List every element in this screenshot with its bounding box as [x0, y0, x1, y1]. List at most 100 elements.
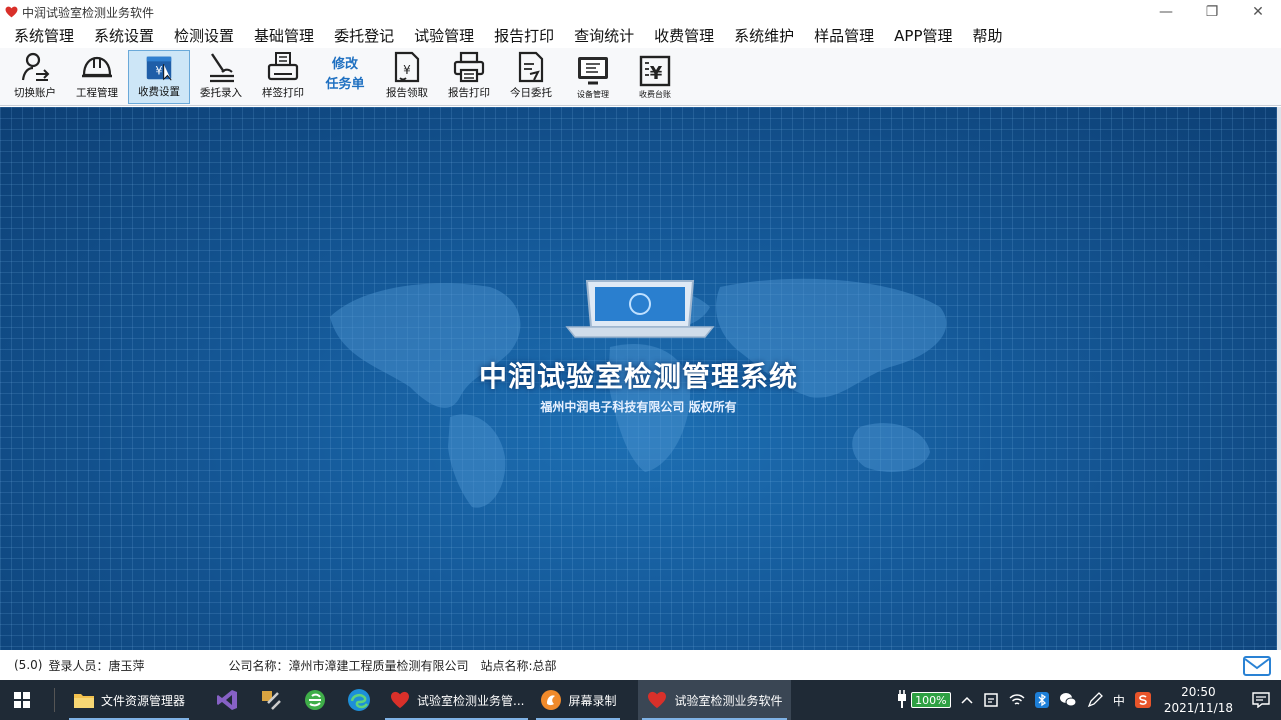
system-tray: 100% 中 20:50 2021/11/18: [892, 680, 1281, 720]
taskbar: 文件资源管理器 试验室检测业务管... 屏幕录制 试验室检测业务软件 100% …: [0, 680, 1281, 720]
chevron-up-icon[interactable]: [956, 680, 978, 720]
green-browser-icon: [305, 690, 326, 710]
switch-account-button[interactable]: 切换账户: [4, 50, 66, 104]
wifi-icon[interactable]: [1004, 680, 1030, 720]
file-explorer-label: 文件资源管理器: [101, 693, 186, 708]
menu-help[interactable]: 帮助: [967, 24, 1009, 48]
taskbar-app-manage[interactable]: 试验室检测业务管...: [381, 680, 532, 720]
status-version: (5.0): [14, 658, 43, 672]
window-controls: — ❐ ✕: [1143, 0, 1281, 24]
report-print-label: 报告打印: [448, 87, 490, 99]
mail-icon[interactable]: [1243, 656, 1271, 679]
fee-settings-icon: ¥: [146, 56, 172, 81]
menu-system-settings[interactable]: 系统设置: [88, 24, 160, 48]
status-user: 登录人员：唐玉萍: [48, 658, 145, 673]
right-edge-bar: [1277, 107, 1281, 650]
splash-subtitle: 福州中润电子科技有限公司 版权所有: [540, 400, 737, 414]
visual-studio-icon: [217, 690, 238, 710]
fee-settings-label: 收费设置: [138, 86, 180, 98]
start-button[interactable]: [0, 680, 44, 720]
window-title: 中润试验室检测业务软件: [22, 5, 155, 20]
clock[interactable]: 20:50 2021/11/18: [1156, 684, 1241, 716]
taskbar-app-business[interactable]: 试验室检测业务软件: [638, 680, 791, 720]
menu-report-print[interactable]: 报告打印: [488, 24, 560, 48]
windows-logo-icon: [14, 692, 30, 708]
label-print-label: 样签打印: [262, 87, 304, 99]
menu-fee-manage[interactable]: 收费管理: [648, 24, 720, 48]
app-business-label: 试验室检测业务软件: [674, 693, 783, 708]
menu-test-settings[interactable]: 检测设置: [168, 24, 240, 48]
fee-ledger-button[interactable]: ¥ 收费台账: [624, 50, 686, 104]
device-monitor-icon: [578, 57, 608, 85]
bluetooth-icon[interactable]: [1030, 680, 1054, 720]
switch-account-label: 切换账户: [14, 87, 56, 99]
label-print-button[interactable]: 样签打印: [252, 50, 314, 104]
menu-basic-manage[interactable]: 基础管理: [248, 24, 320, 48]
heart-app-icon: [646, 689, 668, 711]
report-collect-icon: ¥: [394, 51, 420, 83]
sogou-icon[interactable]: [1130, 680, 1156, 720]
battery-level: 100%: [910, 692, 951, 708]
clipboard-icon[interactable]: [978, 680, 1004, 720]
commission-entry-button[interactable]: 委托录入: [190, 50, 252, 104]
pen-sign-icon: [210, 53, 234, 83]
menu-commission-register[interactable]: 委托登记: [328, 24, 400, 48]
fee-settings-button[interactable]: ¥ 收费设置: [128, 50, 190, 104]
restore-button[interactable]: ❐: [1189, 0, 1235, 24]
today-commission-button[interactable]: 今日委托: [500, 50, 562, 104]
svg-text:¥: ¥: [403, 63, 411, 77]
battery-indicator[interactable]: 100%: [892, 680, 956, 720]
svg-text:¥: ¥: [650, 63, 663, 84]
taskbar-separator: [54, 688, 55, 712]
menu-app-manage[interactable]: APP管理: [888, 24, 958, 48]
project-manage-button[interactable]: 工程管理: [66, 50, 128, 104]
clock-time: 20:50: [1181, 685, 1216, 699]
svg-text:¥: ¥: [155, 65, 162, 78]
device-manage-button[interactable]: 设备管理: [562, 50, 624, 104]
minimize-button[interactable]: —: [1143, 0, 1189, 24]
splash-title: 中润试验室检测管理系统: [478, 360, 798, 393]
menu-bar: 系统管理 系统设置 检测设置 基础管理 委托登记 试验管理 报告打印 查询统计 …: [0, 24, 1281, 48]
taskbar-browser-green[interactable]: [293, 680, 337, 720]
menu-query-stats[interactable]: 查询统计: [568, 24, 640, 48]
menu-sample-manage[interactable]: 样品管理: [808, 24, 880, 48]
screen-record-icon: [540, 689, 562, 711]
taskbar-screen-record[interactable]: 屏幕录制: [532, 680, 624, 720]
screen-record-label: 屏幕录制: [568, 693, 617, 708]
today-commission-label: 今日委托: [510, 87, 552, 99]
status-bar: (5.0) 登录人员：唐玉萍 公司名称：漳州市漳建工程质量检测有限公司 站点名称…: [0, 650, 1281, 680]
fee-ledger-label: 收费台账: [639, 90, 671, 99]
menu-system-manage[interactable]: 系统管理: [8, 24, 80, 48]
title-bar: 中润试验室检测业务软件 — ❐ ✕: [0, 0, 1281, 24]
wechat-icon[interactable]: [1054, 680, 1082, 720]
report-collect-button[interactable]: ¥ 报告领取: [376, 50, 438, 104]
taskbar-edge[interactable]: [337, 680, 381, 720]
app-window: 中润试验室检测业务软件 — ❐ ✕ 系统管理 系统设置 检测设置 基础管理 委托…: [0, 0, 1281, 720]
tools-icon: [262, 691, 281, 710]
taskbar-visual-studio[interactable]: [205, 680, 249, 720]
status-company: 公司名称：漳州市漳建工程质量检测有限公司: [228, 658, 469, 673]
status-site: 站点名称:总部: [480, 658, 557, 673]
taskbar-tools[interactable]: [249, 680, 293, 720]
close-button[interactable]: ✕: [1235, 0, 1281, 24]
ime-indicator[interactable]: 中: [1108, 680, 1130, 720]
heart-app-icon: [4, 5, 18, 19]
laptop-icon: [565, 280, 715, 338]
fee-ledger-icon: ¥: [639, 55, 671, 87]
label-printer-icon: [267, 52, 299, 81]
edge-icon: [348, 689, 371, 711]
taskbar-file-explorer[interactable]: 文件资源管理器: [65, 680, 193, 720]
notification-icon[interactable]: [1241, 680, 1281, 720]
report-collect-label: 报告领取: [386, 87, 428, 99]
modify-task-button[interactable]: 修改 任务单: [314, 50, 376, 104]
menu-system-maintain[interactable]: 系统维护: [728, 24, 800, 48]
helmet-icon: [82, 56, 112, 78]
menu-experiment-manage[interactable]: 试验管理: [408, 24, 480, 48]
report-print-button[interactable]: 报告打印: [438, 50, 500, 104]
plug-icon: [897, 689, 907, 711]
printer-icon: [453, 51, 485, 83]
folder-icon: [73, 689, 95, 711]
app-manage-label: 试验室检测业务管...: [417, 693, 525, 708]
modify-task-line1: 修改: [331, 57, 358, 72]
pen-icon[interactable]: [1082, 680, 1108, 720]
